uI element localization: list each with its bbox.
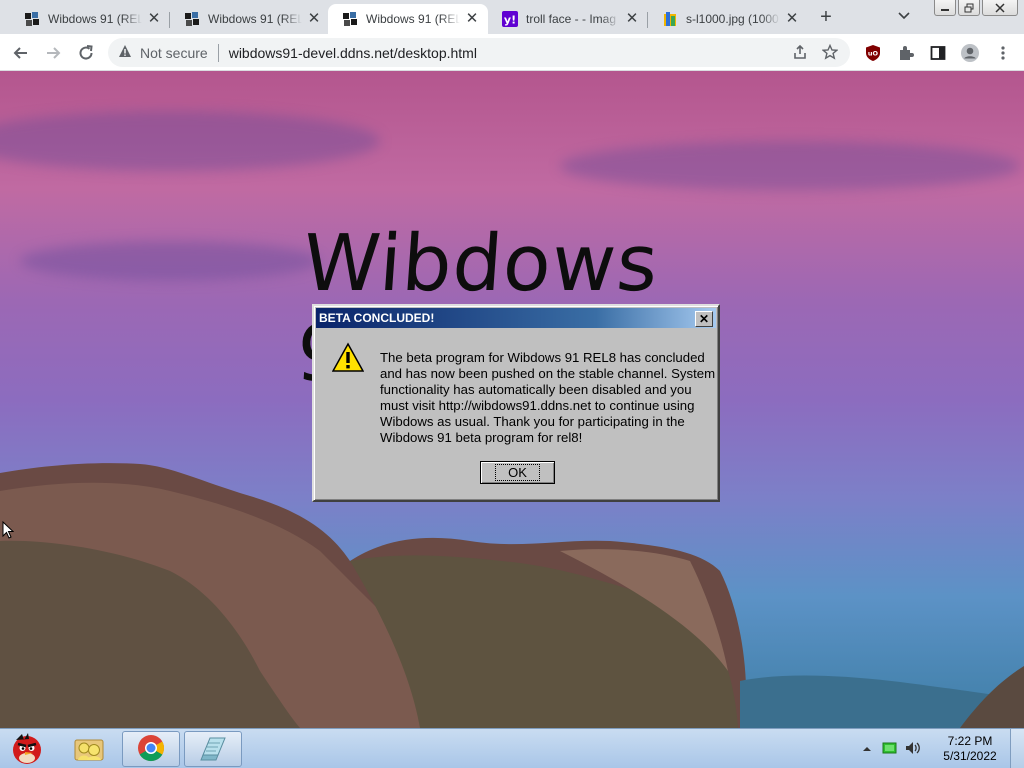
mouse-cursor-icon: [2, 520, 15, 542]
site-security-indicator[interactable]: Not secure: [118, 44, 208, 61]
tab-title: Wibdows 91 (REL8: [366, 12, 460, 26]
ok-button[interactable]: OK: [480, 461, 555, 484]
security-label: Not secure: [140, 44, 208, 61]
dialog-close-button[interactable]: ✕: [695, 311, 713, 327]
image-icon: [662, 11, 678, 27]
bookmark-star-icon[interactable]: [821, 43, 839, 63]
share-icon[interactable]: [792, 44, 808, 63]
browser-tab[interactable]: Wibdows 91 (REL8 ✕: [170, 4, 330, 34]
browser-toolbar: Not secure wibdows91-devel.ddns.net/desk…: [0, 34, 1024, 71]
show-desktop-button[interactable]: [1010, 729, 1024, 768]
system-tray: 7:22 PM 5/31/2022: [862, 729, 1024, 768]
close-tab-icon[interactable]: ✕: [306, 11, 322, 27]
new-tab-button[interactable]: +: [814, 6, 838, 30]
close-window-button[interactable]: [982, 0, 1018, 16]
ublock-origin-icon[interactable]: uO: [860, 40, 886, 66]
taskbar-chrome[interactable]: [122, 731, 180, 767]
show-hidden-icons-icon[interactable]: [862, 742, 872, 757]
yahoo-icon: y!: [502, 11, 518, 27]
tab-search-chevron-icon[interactable]: [894, 8, 914, 28]
close-icon: ✕: [698, 312, 710, 326]
notepad-icon: [198, 733, 228, 766]
omnibox-divider: [217, 43, 219, 62]
side-panel-icon[interactable]: [925, 40, 951, 66]
tab-title: Wibdows 91 (REL8: [208, 12, 302, 26]
svg-text:y!: y!: [504, 14, 516, 27]
browser-tab-strip: Wibdows 91 (REL8 ✕ Wibdows 91 (REL8 ✕ Wi…: [0, 0, 1024, 34]
chrome-icon: [136, 733, 166, 766]
more-menu-icon[interactable]: [990, 40, 1016, 66]
tab-title: s-l1000.jpg (1000: [686, 12, 779, 26]
browser-tab[interactable]: Wibdows 91 (REL8 ✕: [10, 4, 170, 34]
ok-button-label: OK: [495, 464, 540, 481]
close-tab-icon[interactable]: ✕: [146, 11, 162, 27]
browser-tab-active[interactable]: Wibdows 91 (REL8 ✕: [328, 4, 488, 34]
angry-bird-start-icon: [6, 730, 48, 768]
address-bar[interactable]: Not secure wibdows91-devel.ddns.net/desk…: [108, 38, 850, 67]
warning-icon: [331, 342, 365, 374]
back-arrow-icon[interactable]: [8, 40, 34, 66]
svg-text:uO: uO: [868, 50, 879, 58]
wibdows-icon: [184, 11, 200, 27]
window-controls: [934, 0, 1018, 16]
taskbar-notepad[interactable]: [184, 731, 242, 767]
close-tab-icon[interactable]: ✕: [784, 11, 800, 27]
taskbar: 7:22 PM 5/31/2022: [0, 728, 1024, 768]
restore-window-button[interactable]: [958, 0, 980, 16]
profile-avatar-icon[interactable]: [957, 40, 983, 66]
browser-tab[interactable]: s-l1000.jpg (1000 ✕: [648, 4, 808, 34]
forward-arrow-icon[interactable]: [40, 40, 66, 66]
beta-concluded-dialog: BETA CONCLUDED! ✕ The beta program for W…: [312, 304, 720, 502]
omnibox-actions: [792, 43, 839, 63]
tab-title: troll face - - Imag: [526, 12, 617, 26]
close-tab-icon[interactable]: ✕: [464, 11, 480, 27]
close-tab-icon[interactable]: ✕: [624, 11, 640, 27]
warning-triangle-icon: [118, 44, 132, 61]
dialog-message: The beta program for Wibdows 91 REL8 has…: [380, 350, 716, 445]
dialog-title-bar[interactable]: BETA CONCLUDED! ✕: [316, 308, 716, 328]
volume-icon[interactable]: [904, 740, 922, 759]
url-text[interactable]: wibdows91-devel.ddns.net/desktop.html: [229, 45, 477, 61]
contacts-icon: [72, 732, 106, 767]
network-icon[interactable]: [882, 741, 898, 758]
start-button[interactable]: [4, 731, 50, 767]
clock[interactable]: 7:22 PM 5/31/2022: [930, 734, 1010, 764]
taskbar-contacts[interactable]: [66, 731, 112, 767]
browser-tab[interactable]: y! troll face - - Imag ✕: [488, 4, 648, 34]
dialog-title: BETA CONCLUDED!: [319, 311, 435, 325]
clock-time: 7:22 PM: [947, 734, 993, 748]
minimize-window-button[interactable]: [934, 0, 956, 16]
reload-icon[interactable]: [73, 40, 99, 66]
wibdows-icon: [342, 11, 358, 27]
clock-date: 5/31/2022: [943, 749, 997, 763]
tab-title: Wibdows 91 (REL8: [48, 12, 142, 26]
extensions-puzzle-icon[interactable]: [893, 40, 919, 66]
wibdows-icon: [24, 11, 40, 27]
